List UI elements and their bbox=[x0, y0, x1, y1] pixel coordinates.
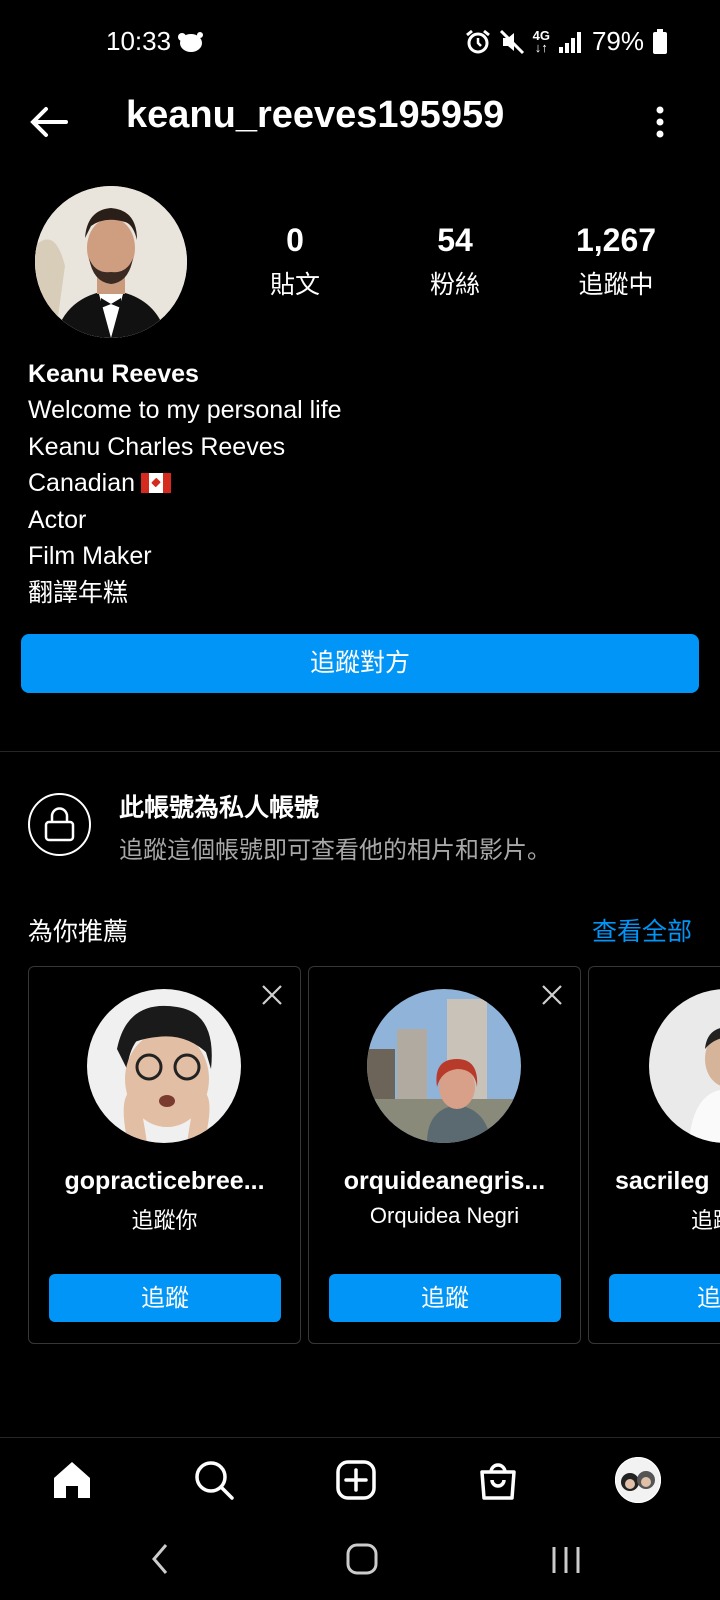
close-icon[interactable] bbox=[540, 983, 564, 1007]
see-all-link[interactable]: 查看全部 bbox=[592, 912, 692, 948]
bio-line: Keanu Charles Reeves bbox=[28, 432, 286, 461]
followers-label: 粉絲 bbox=[429, 270, 480, 299]
system-home-icon[interactable] bbox=[344, 1541, 380, 1577]
status-bar: 10:33 4G ↓↑ 79% bbox=[0, 0, 720, 88]
bio-line: Film Maker bbox=[28, 542, 152, 570]
profile-username: keanu_reeves195959 bbox=[126, 94, 505, 136]
suggestions-title: 為你推薦 bbox=[28, 917, 129, 946]
posts-count: 0 bbox=[286, 222, 304, 258]
profile-bio: Keanu Reeves Welcome to my personal life… bbox=[28, 356, 688, 611]
suggestion-card[interactable]: gopracticebree... 追蹤你 追蹤 bbox=[28, 966, 301, 1344]
signal-icon bbox=[558, 31, 581, 53]
profile-avatar[interactable] bbox=[35, 186, 187, 338]
profile-display-name: Keanu Reeves bbox=[28, 360, 199, 388]
stat-followers[interactable]: 54 粉絲 bbox=[375, 222, 535, 301]
stat-following[interactable]: 1,267 追蹤中 bbox=[536, 222, 696, 301]
following-count: 1,267 bbox=[575, 222, 657, 258]
back-arrow-icon[interactable] bbox=[26, 98, 74, 146]
close-icon[interactable] bbox=[260, 983, 284, 1007]
bottom-navigation bbox=[0, 1437, 720, 1517]
following-label: 追蹤中 bbox=[578, 270, 654, 299]
bio-line-canadian: Canadian bbox=[28, 465, 688, 502]
private-account-title: 此帳號為私人帳號 bbox=[119, 793, 320, 822]
suggestion-avatar[interactable] bbox=[87, 989, 241, 1143]
suggestion-follow-button[interactable]: 追蹤 bbox=[49, 1274, 281, 1322]
suggestion-avatar[interactable] bbox=[649, 989, 720, 1143]
bio-line: Actor bbox=[28, 505, 87, 534]
alarm-icon bbox=[465, 29, 490, 53]
suggestion-username: sacrileg bbox=[615, 1167, 710, 1195]
battery-percent: 79% bbox=[591, 26, 644, 56]
more-options-icon[interactable] bbox=[648, 98, 672, 146]
suggestion-subtitle: 追蹤 bbox=[691, 1208, 720, 1233]
stat-posts[interactable]: 0 貼文 bbox=[215, 222, 375, 301]
posts-label: 貼文 bbox=[269, 270, 320, 299]
divider bbox=[0, 751, 720, 752]
top-bar: keanu_reeves195959 bbox=[0, 88, 720, 168]
suggestion-username: orquideanegris... bbox=[343, 1167, 546, 1195]
status-time: 10:33 bbox=[106, 26, 172, 56]
suggestion-subtitle: Orquidea Negri bbox=[369, 1203, 520, 1228]
suggestion-username: gopracticebree... bbox=[64, 1167, 265, 1195]
fan-icon bbox=[178, 32, 203, 52]
system-recents-icon[interactable] bbox=[548, 1541, 584, 1577]
search-icon[interactable] bbox=[190, 1456, 238, 1504]
follow-button[interactable]: 追蹤對方 bbox=[21, 634, 699, 693]
followers-count: 54 bbox=[437, 222, 473, 258]
suggestion-card[interactable]: sacrileg 追蹤 追 bbox=[588, 966, 720, 1344]
profile-avatar[interactable] bbox=[614, 1456, 662, 1504]
suggestion-follow-button[interactable]: 追 bbox=[609, 1274, 720, 1322]
lock-icon bbox=[28, 793, 91, 856]
suggestion-follow-button[interactable]: 追蹤 bbox=[329, 1274, 561, 1322]
bio-line: Welcome to my personal life bbox=[28, 396, 342, 424]
network-type: 4G ↓↑ bbox=[532, 27, 550, 55]
bio-line: 翻譯年糕 bbox=[28, 578, 129, 607]
suggestion-subtitle: 追蹤你 bbox=[131, 1208, 198, 1233]
suggestion-avatar[interactable] bbox=[367, 989, 521, 1143]
system-navigation-bar bbox=[0, 1517, 720, 1600]
battery-icon bbox=[653, 28, 667, 54]
canada-flag-icon bbox=[141, 473, 172, 493]
home-icon[interactable] bbox=[48, 1456, 96, 1504]
add-post-icon[interactable] bbox=[332, 1456, 380, 1504]
system-back-icon[interactable] bbox=[148, 1541, 172, 1577]
shop-icon[interactable] bbox=[474, 1456, 522, 1504]
mute-icon bbox=[499, 29, 524, 54]
private-account-description: 追蹤這個帳號即可查看他的相片和影片。 bbox=[119, 836, 551, 864]
suggestion-card[interactable]: orquideanegris... Orquidea Negri 追蹤 bbox=[308, 966, 581, 1344]
